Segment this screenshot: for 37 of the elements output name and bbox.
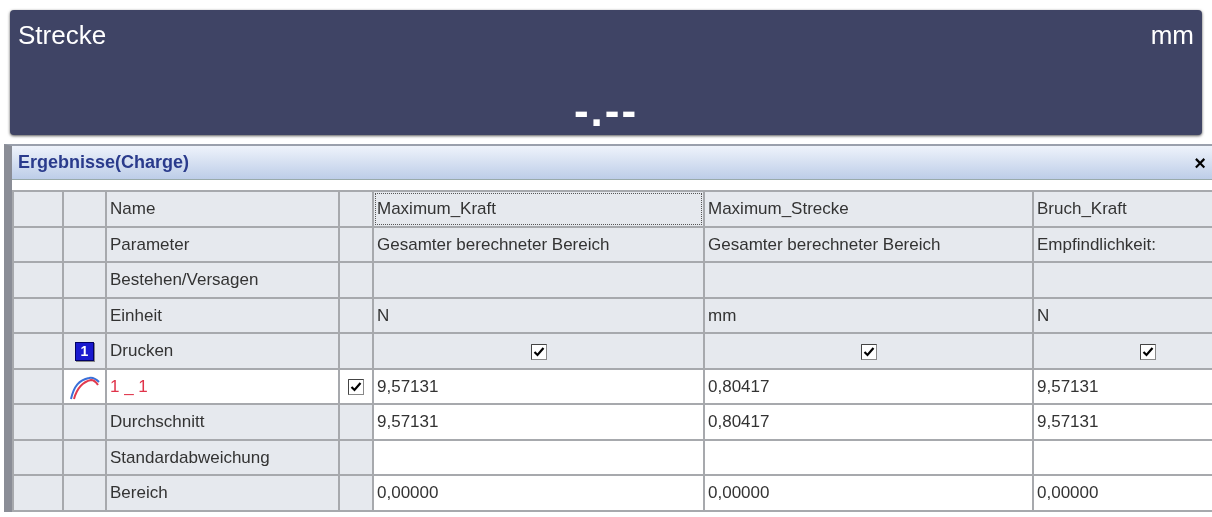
display-label: Strecke [18, 19, 107, 52]
checkbox[interactable] [530, 343, 547, 360]
checkbox[interactable] [1140, 343, 1156, 360]
table-cell: 0,00000 [373, 475, 704, 511]
row-label: Einheit [106, 297, 339, 333]
table-cell: 9,57131 [373, 404, 704, 440]
table-cell: Gesamter berechneter Bereich [373, 226, 704, 262]
row-label: Bereich [106, 475, 339, 511]
table-cell: N [1033, 297, 1212, 333]
checkbox[interactable] [348, 379, 364, 395]
table-cell: 9,57131 [373, 368, 704, 404]
row-label: Drucken [106, 333, 339, 369]
table-cell: Maximum_Kraft [373, 191, 704, 227]
table-cell: 0,00000 [704, 475, 1033, 511]
unit-label: mm [1150, 19, 1194, 52]
close-button[interactable]: × [1194, 152, 1206, 173]
row-label: Bestehen/Versagen [106, 262, 339, 298]
table-cell: 0,80417 [704, 368, 1033, 404]
checkbox[interactable] [860, 343, 877, 360]
table-cell: Maximum_Strecke [704, 191, 1033, 227]
panel-title: Ergebnisse(Charge) [18, 151, 190, 174]
table-cell: Bruch_Kraft [1033, 191, 1212, 227]
row-label: Durchschnitt [106, 404, 339, 440]
row-label: Name [106, 191, 339, 227]
table-cell: 0,00000 [1033, 475, 1212, 511]
row-label: 1 _ 1 [106, 368, 339, 404]
number-badge: 1 [75, 342, 94, 361]
table-cell: 9,57131 [1033, 368, 1212, 404]
table-cell: 9,57131 [1033, 404, 1212, 440]
table-cell: Empfindlichkeit: [1033, 226, 1212, 262]
table-cell: mm [704, 297, 1033, 333]
display-value: -.-- [572, 89, 640, 133]
table-cell: Gesamter berechneter Bereich [704, 226, 1033, 262]
row-label: Standardabweichung [106, 439, 339, 475]
table-cell: 0,80417 [704, 404, 1033, 440]
table-cell: N [373, 297, 704, 333]
row-label: Parameter [106, 226, 339, 262]
